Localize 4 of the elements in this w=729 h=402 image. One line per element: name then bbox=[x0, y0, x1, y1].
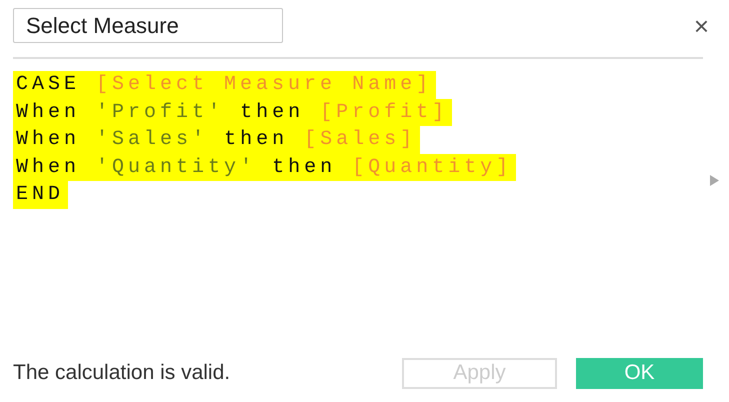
validation-message: The calculation is valid. bbox=[13, 361, 232, 385]
expand-arrow-icon[interactable] bbox=[710, 175, 719, 186]
close-button[interactable]: × bbox=[690, 12, 713, 38]
calculation-name-field[interactable]: Select Measure bbox=[13, 8, 283, 43]
